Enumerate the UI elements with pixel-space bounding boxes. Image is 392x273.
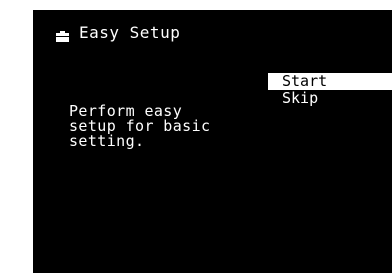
page-title: Easy Setup — [56, 23, 180, 42]
menu-item-start[interactable]: Start — [268, 73, 392, 90]
setup-description: Perform easy setup for basic setting. — [69, 104, 269, 149]
description-line: setting. — [69, 132, 145, 150]
toolbox-icon — [56, 27, 69, 42]
easy-setup-screen: Easy Setup Start Skip Perform easy setup… — [33, 10, 392, 273]
menu-item-skip[interactable]: Skip — [268, 90, 392, 107]
setup-menu: Start Skip — [268, 73, 392, 107]
page-title-label: Easy Setup — [79, 23, 181, 42]
